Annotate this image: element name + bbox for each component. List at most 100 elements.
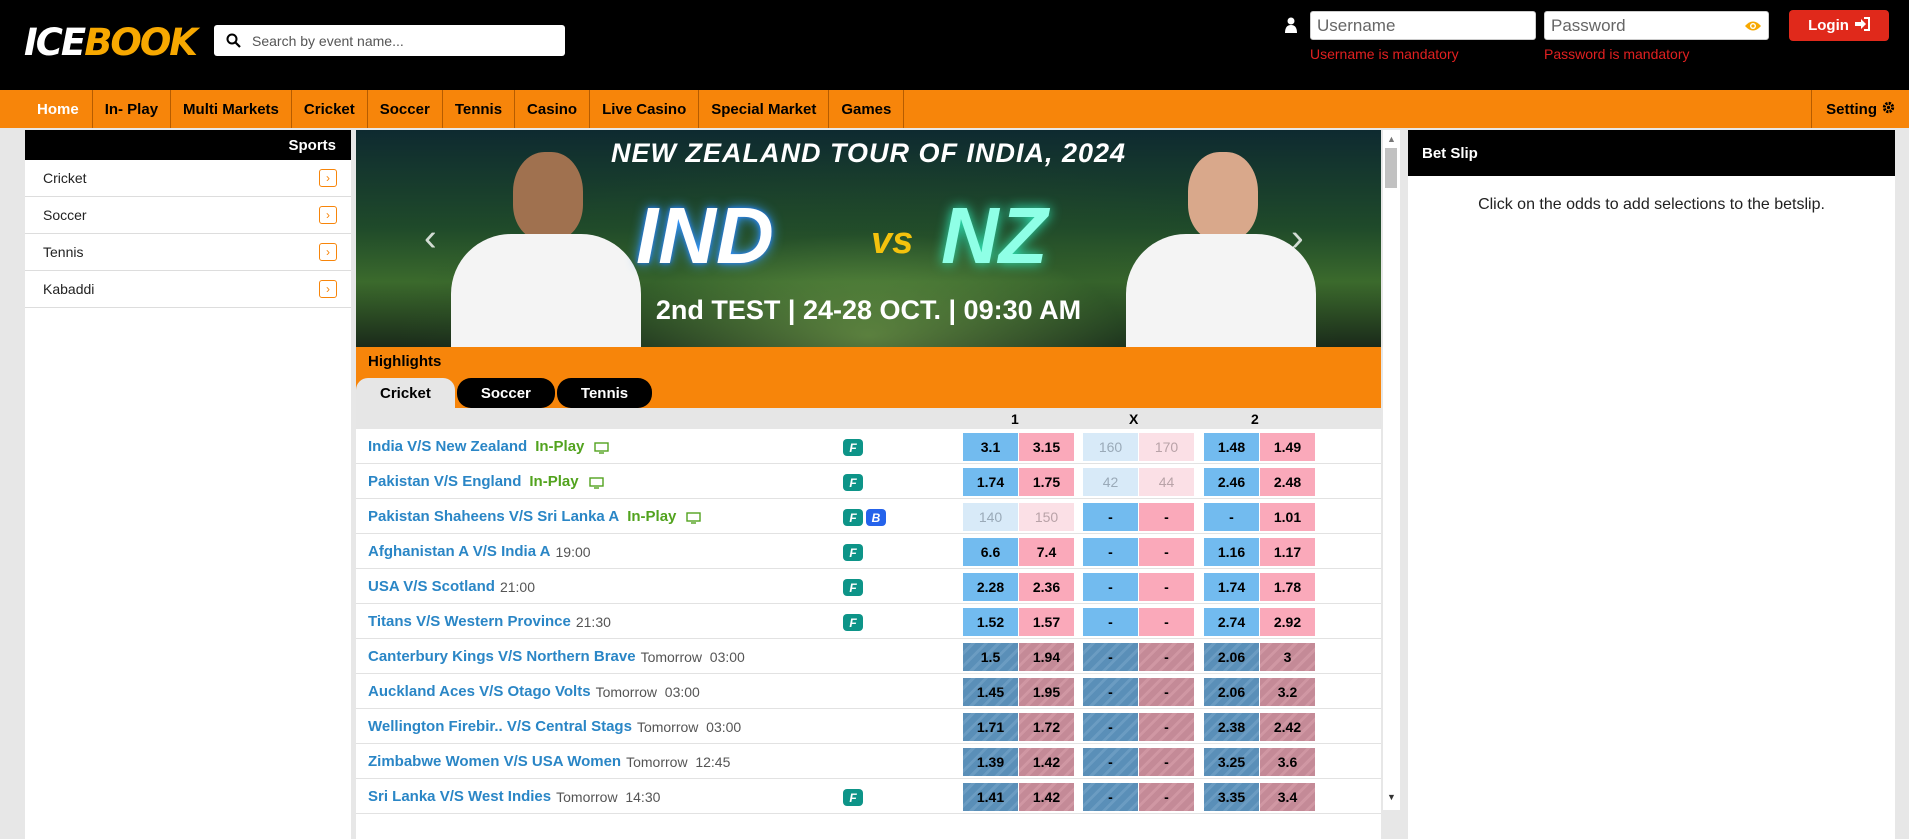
lay-odds-cell[interactable]: 2.92 bbox=[1260, 608, 1315, 636]
match-name-link[interactable]: Pakistan Shaheens V/S Sri Lanka A bbox=[368, 508, 619, 525]
nav-games[interactable]: Games bbox=[829, 90, 905, 128]
back-odds-cell[interactable]: 1.45 bbox=[963, 678, 1018, 706]
lay-odds-cell[interactable]: 1.78 bbox=[1260, 573, 1315, 601]
lay-odds-cell[interactable]: 1.94 bbox=[1019, 643, 1074, 671]
lay-odds-cell[interactable]: 1.42 bbox=[1019, 748, 1074, 776]
lay-odds-cell[interactable]: 2.48 bbox=[1260, 468, 1315, 496]
lay-odds-cell[interactable]: 1.95 bbox=[1019, 678, 1074, 706]
match-name-link[interactable]: Titans V/S Western Province bbox=[368, 613, 571, 630]
match-name-link[interactable]: Pakistan V/S England bbox=[368, 473, 521, 490]
lay-odds-cell[interactable]: 150 bbox=[1019, 503, 1074, 531]
lay-odds-cell[interactable]: 1.72 bbox=[1019, 713, 1074, 741]
back-odds-cell[interactable]: - bbox=[1083, 783, 1138, 811]
nav-special-market[interactable]: Special Market bbox=[699, 90, 830, 128]
nav-home[interactable]: Home bbox=[0, 90, 93, 128]
carousel-next-icon[interactable]: › bbox=[1291, 219, 1311, 257]
match-name-link[interactable]: USA V/S Scotland bbox=[368, 578, 495, 595]
back-odds-cell[interactable]: 2.06 bbox=[1204, 678, 1259, 706]
lay-odds-cell[interactable]: - bbox=[1139, 538, 1194, 566]
back-odds-cell[interactable]: 3.1 bbox=[963, 433, 1018, 461]
lay-odds-cell[interactable]: 1.75 bbox=[1019, 468, 1074, 496]
nav-live-casino[interactable]: Live Casino bbox=[590, 90, 700, 128]
nav-tennis[interactable]: Tennis bbox=[443, 90, 516, 128]
back-odds-cell[interactable]: 1.16 bbox=[1204, 538, 1259, 566]
lay-odds-cell[interactable]: 3.4 bbox=[1260, 783, 1315, 811]
lay-odds-cell[interactable]: 3.6 bbox=[1260, 748, 1315, 776]
nav-cricket[interactable]: Cricket bbox=[292, 90, 368, 128]
back-odds-cell[interactable]: - bbox=[1083, 608, 1138, 636]
back-odds-cell[interactable]: 160 bbox=[1083, 433, 1138, 461]
sidebar-item-soccer[interactable]: Soccer › bbox=[25, 197, 351, 234]
back-odds-cell[interactable]: 1.74 bbox=[1204, 573, 1259, 601]
setting-button[interactable]: Setting bbox=[1811, 90, 1909, 128]
back-odds-cell[interactable]: 3.35 bbox=[1204, 783, 1259, 811]
lay-odds-cell[interactable]: 1.49 bbox=[1260, 433, 1315, 461]
scroll-thumb[interactable] bbox=[1385, 148, 1397, 188]
lay-odds-cell[interactable]: 7.4 bbox=[1019, 538, 1074, 566]
lay-odds-cell[interactable]: - bbox=[1139, 503, 1194, 531]
search-input[interactable] bbox=[252, 32, 552, 49]
back-odds-cell[interactable]: - bbox=[1083, 643, 1138, 671]
lay-odds-cell[interactable]: 1.17 bbox=[1260, 538, 1315, 566]
lay-odds-cell[interactable]: 3 bbox=[1260, 643, 1315, 671]
tab-tennis[interactable]: Tennis bbox=[556, 378, 653, 408]
lay-odds-cell[interactable]: 2.36 bbox=[1019, 573, 1074, 601]
match-name-link[interactable]: Zimbabwe Women V/S USA Women bbox=[368, 753, 621, 770]
nav-in-play[interactable]: In- Play bbox=[93, 90, 172, 128]
lay-odds-cell[interactable]: 1.42 bbox=[1019, 783, 1074, 811]
tab-soccer[interactable]: Soccer bbox=[456, 378, 555, 408]
back-odds-cell[interactable]: - bbox=[1083, 678, 1138, 706]
match-name-link[interactable]: India V/S New Zealand bbox=[368, 438, 527, 455]
lay-odds-cell[interactable]: 2.42 bbox=[1260, 713, 1315, 741]
lay-odds-cell[interactable]: - bbox=[1139, 783, 1194, 811]
lay-odds-cell[interactable]: 44 bbox=[1139, 468, 1194, 496]
lay-odds-cell[interactable]: - bbox=[1139, 713, 1194, 741]
carousel-prev-icon[interactable]: ‹ bbox=[424, 219, 444, 257]
back-odds-cell[interactable]: 1.52 bbox=[963, 608, 1018, 636]
back-odds-cell[interactable]: - bbox=[1083, 503, 1138, 531]
lay-odds-cell[interactable]: - bbox=[1139, 678, 1194, 706]
lay-odds-cell[interactable]: - bbox=[1139, 608, 1194, 636]
sidebar-item-cricket[interactable]: Cricket › bbox=[25, 160, 351, 197]
sidebar-item-tennis[interactable]: Tennis › bbox=[25, 234, 351, 271]
eye-icon[interactable] bbox=[1744, 19, 1762, 33]
back-odds-cell[interactable]: 2.46 bbox=[1204, 468, 1259, 496]
back-odds-cell[interactable]: 1.71 bbox=[963, 713, 1018, 741]
match-name-link[interactable]: Afghanistan A V/S India A bbox=[368, 543, 551, 560]
back-odds-cell[interactable]: 2.06 bbox=[1204, 643, 1259, 671]
lay-odds-cell[interactable]: - bbox=[1139, 573, 1194, 601]
back-odds-cell[interactable]: 1.39 bbox=[963, 748, 1018, 776]
lay-odds-cell[interactable]: 3.15 bbox=[1019, 433, 1074, 461]
lay-odds-cell[interactable]: 1.01 bbox=[1260, 503, 1315, 531]
back-odds-cell[interactable]: 1.5 bbox=[963, 643, 1018, 671]
promo-banner[interactable]: NEW ZEALAND TOUR OF INDIA, 2024 IND vs N… bbox=[356, 130, 1381, 347]
back-odds-cell[interactable]: 42 bbox=[1083, 468, 1138, 496]
sidebar-item-kabaddi[interactable]: Kabaddi › bbox=[25, 271, 351, 308]
back-odds-cell[interactable]: 2.74 bbox=[1204, 608, 1259, 636]
lay-odds-cell[interactable]: 3.2 bbox=[1260, 678, 1315, 706]
lay-odds-cell[interactable]: 170 bbox=[1139, 433, 1194, 461]
match-name-link[interactable]: Sri Lanka V/S West Indies bbox=[368, 788, 551, 805]
nav-multi-markets[interactable]: Multi Markets bbox=[171, 90, 292, 128]
back-odds-cell[interactable]: 1.74 bbox=[963, 468, 1018, 496]
back-odds-cell[interactable]: 6.6 bbox=[963, 538, 1018, 566]
username-input[interactable] bbox=[1317, 15, 1529, 36]
nav-soccer[interactable]: Soccer bbox=[368, 90, 443, 128]
match-name-link[interactable]: Canterbury Kings V/S Northern Brave bbox=[368, 648, 636, 665]
back-odds-cell[interactable]: - bbox=[1204, 503, 1259, 531]
lay-odds-cell[interactable]: 1.57 bbox=[1019, 608, 1074, 636]
tab-cricket[interactable]: Cricket bbox=[356, 378, 455, 408]
match-name-link[interactable]: Wellington Firebir.. V/S Central Stags bbox=[368, 718, 632, 735]
lay-odds-cell[interactable]: - bbox=[1139, 748, 1194, 776]
back-odds-cell[interactable]: 3.25 bbox=[1204, 748, 1259, 776]
back-odds-cell[interactable]: 1.41 bbox=[963, 783, 1018, 811]
match-name-link[interactable]: Auckland Aces V/S Otago Volts bbox=[368, 683, 591, 700]
scroll-up-icon[interactable]: ▲ bbox=[1387, 134, 1396, 144]
back-odds-cell[interactable]: 2.38 bbox=[1204, 713, 1259, 741]
back-odds-cell[interactable]: 2.28 bbox=[963, 573, 1018, 601]
scroll-down-icon[interactable]: ▼ bbox=[1387, 792, 1396, 802]
back-odds-cell[interactable]: 1.48 bbox=[1204, 433, 1259, 461]
back-odds-cell[interactable]: - bbox=[1083, 538, 1138, 566]
back-odds-cell[interactable]: - bbox=[1083, 748, 1138, 776]
password-input[interactable] bbox=[1551, 15, 1744, 36]
